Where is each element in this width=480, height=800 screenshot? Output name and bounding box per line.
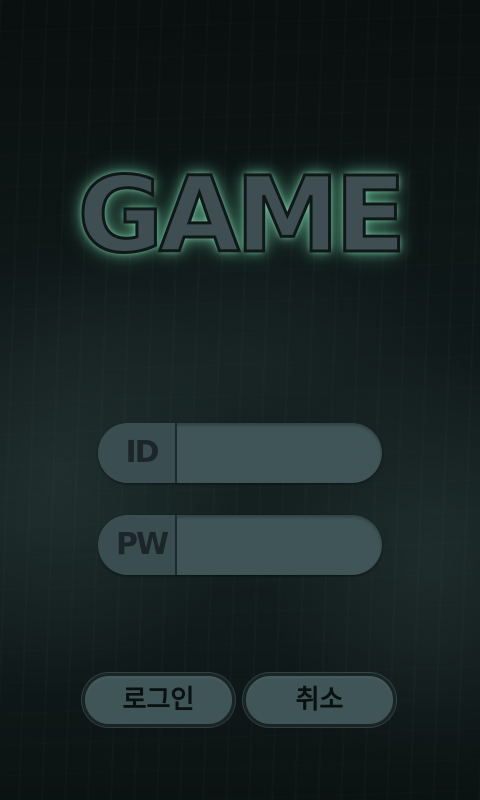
id-label: ID — [98, 423, 177, 483]
id-field[interactable]: ID — [98, 423, 382, 483]
pw-label: PW — [98, 515, 177, 575]
id-input[interactable] — [179, 423, 369, 483]
background-texture — [0, 0, 480, 800]
game-title: GAME — [76, 153, 407, 278]
cancel-button[interactable]: 취소 — [243, 673, 396, 727]
pw-field[interactable]: PW — [98, 515, 382, 575]
pw-input[interactable] — [179, 515, 369, 575]
login-button[interactable]: 로그인 — [82, 673, 235, 727]
